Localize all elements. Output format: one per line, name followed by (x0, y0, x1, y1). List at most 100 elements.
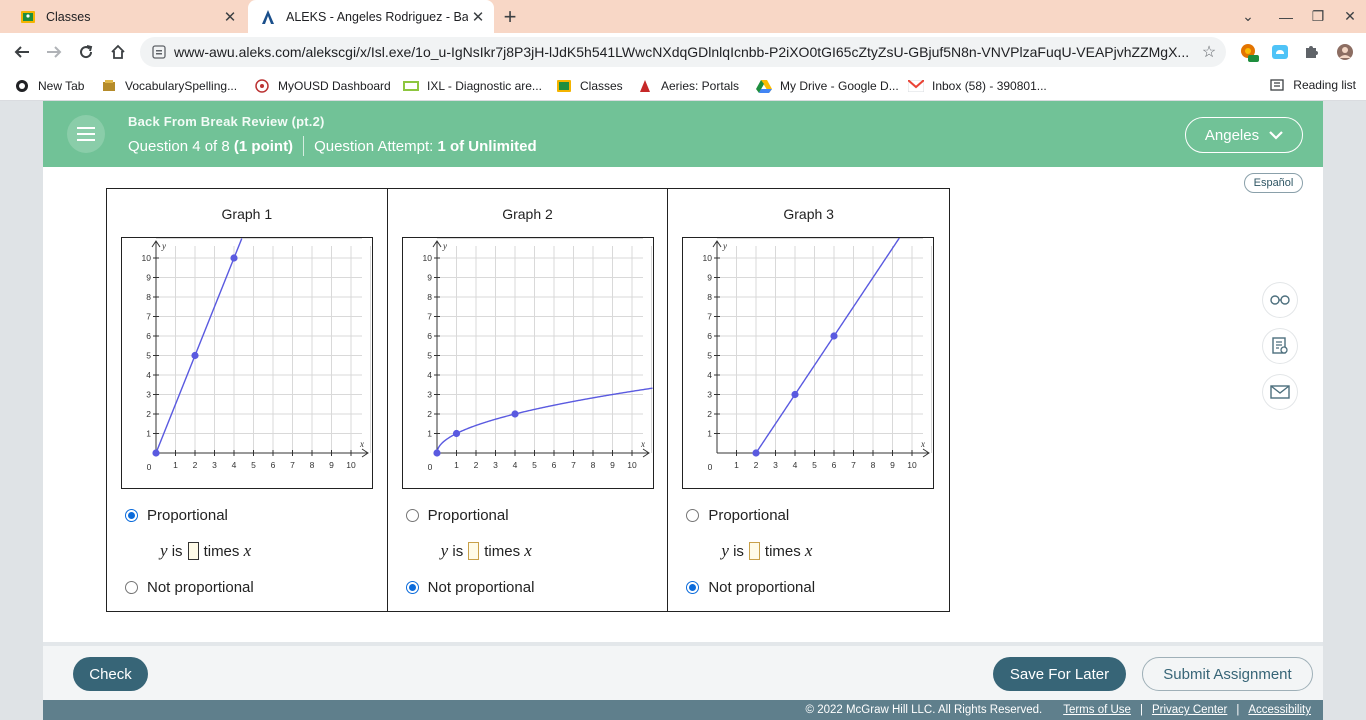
x-tick-label: 1 (454, 460, 459, 470)
bookmark-label: Aeries: Portals (661, 79, 740, 93)
user-menu-button[interactable]: Angeles (1185, 117, 1303, 153)
tab-search-chevron-icon[interactable]: ⌄ (1232, 0, 1264, 33)
x-tick-label: 5 (251, 460, 256, 470)
aleks-app: Back From Break Review (pt.2) Question 4… (43, 101, 1323, 720)
graph-1-svg: 1 2 3 4 5 6 7 8 9 10 1 2 3 4 5 6 7 8 9 10 0 x y (142, 238, 371, 472)
answer-editor-button[interactable] (1263, 329, 1297, 363)
tab-aleks[interactable]: ALEKS - Angeles Rodriguez - Back ✕ (248, 0, 494, 33)
not-proportional-option[interactable]: Not proportional (125, 579, 254, 596)
y-tick-label: 9 (427, 273, 432, 283)
data-point (752, 449, 760, 457)
bookmark-vocabulary[interactable]: VocabularySpelling... (101, 77, 237, 95)
bookmark-label: My Drive - Google D... (780, 79, 899, 93)
word-times: times (764, 542, 801, 560)
x-tick-label: 6 (832, 460, 837, 470)
accessibility-link[interactable]: Accessibility (1248, 704, 1311, 716)
var-x: x (524, 541, 532, 560)
close-icon[interactable]: ✕ (220, 7, 240, 27)
x-tick-label: 10 (346, 460, 356, 470)
bookmark-google-drive[interactable]: My Drive - Google D... (756, 77, 899, 95)
bookmark-gmail[interactable]: Inbox (58) - 390801... (908, 77, 1047, 95)
save-for-later-button[interactable]: Save For Later (993, 657, 1126, 691)
google-drive-icon (756, 78, 772, 94)
bookmark-myousd[interactable]: MyOUSD Dashboard (254, 77, 391, 95)
not-proportional-option[interactable]: Not proportional (405, 579, 535, 596)
back-button[interactable] (9, 39, 35, 65)
close-window-button[interactable]: ✕ (1334, 0, 1366, 33)
x-tick-label: 7 (571, 460, 576, 470)
word-is: is (171, 542, 183, 560)
cloud-extension-icon[interactable] (1269, 41, 1291, 63)
y-tick-label: 9 (146, 273, 151, 283)
x-tick-label: 10 (627, 460, 637, 470)
graph-3-plot: 1 2 3 4 5 6 7 8 9 10 1 2 3 4 5 6 7 8 9 10 0 x y (682, 237, 935, 489)
origin-label: 0 (427, 462, 432, 472)
option-label: Proportional (427, 507, 509, 524)
bookmark-aeries[interactable]: Aeries: Portals (637, 77, 739, 95)
extension-icon[interactable] (1238, 41, 1260, 63)
proportional-option[interactable]: Proportional (125, 507, 228, 524)
proportional-radio[interactable] (125, 509, 138, 522)
constant-input[interactable] (468, 542, 480, 560)
x-tick-label: 6 (551, 460, 556, 470)
not-proportional-radio[interactable] (686, 581, 700, 594)
y-tick-label: 2 (146, 409, 151, 419)
tab-classes[interactable]: Classes ✕ (8, 0, 246, 33)
bookmark-new-tab[interactable]: New Tab (14, 77, 84, 95)
y-tick-label: 10 (422, 253, 432, 263)
bookmark-classes[interactable]: Classes (556, 77, 623, 95)
y-tick-label: 10 (142, 253, 152, 263)
word-is: is (733, 542, 744, 560)
y-tick-label: 7 (146, 312, 151, 322)
option-label: Not proportional (427, 579, 535, 596)
forward-button[interactable] (41, 39, 67, 65)
y-tick-label: 5 (146, 351, 151, 361)
x-tick-label: 10 (908, 460, 918, 470)
minimize-button[interactable]: — (1270, 0, 1302, 33)
submit-assignment-button[interactable]: Submit Assignment (1142, 657, 1313, 691)
y-tick-label: 10 (703, 253, 713, 263)
reload-icon (80, 45, 93, 59)
message-button[interactable] (1263, 375, 1297, 409)
proportional-radio[interactable] (686, 509, 700, 522)
address-bar[interactable]: www-awu.aleks.com/alekscgi/x/Isl.exe/1o_… (140, 37, 1226, 67)
not-proportional-radio[interactable] (405, 581, 419, 594)
question-number: Question 4 of 8 (128, 137, 230, 155)
data-point (191, 351, 199, 360)
reading-list-button[interactable]: Reading list (1269, 77, 1356, 93)
constant-input[interactable] (187, 542, 199, 560)
menu-button[interactable] (67, 115, 105, 153)
proportional-option[interactable]: Proportional (405, 507, 509, 524)
graph-title: Graph 3 (783, 206, 834, 222)
x-tick-label: 6 (271, 460, 276, 470)
home-button[interactable] (105, 39, 131, 65)
site-info-icon[interactable] (150, 43, 168, 61)
x-tick-label: 3 (773, 460, 778, 470)
profile-avatar[interactable] (1334, 41, 1356, 63)
var-y: y (160, 541, 168, 560)
y-tick-label: 8 (427, 292, 432, 302)
browser-tab-strip: Classes ✕ ALEKS - Angeles Rodriguez - Ba… (0, 0, 1366, 33)
not-proportional-radio[interactable] (125, 581, 138, 594)
graph-line (155, 238, 243, 454)
aeries-icon (637, 78, 653, 94)
proportional-radio[interactable] (405, 509, 419, 522)
reload-button[interactable] (73, 39, 99, 65)
close-icon[interactable]: ✕ (468, 7, 488, 27)
not-proportional-option[interactable]: Not proportional (686, 579, 815, 596)
constant-input[interactable] (748, 542, 760, 560)
terms-link[interactable]: Terms of Use (1063, 704, 1131, 716)
assignment-header: Back From Break Review (pt.2) Question 4… (43, 101, 1323, 167)
privacy-link[interactable]: Privacy Center (1152, 704, 1227, 716)
proportional-option[interactable]: Proportional (686, 507, 789, 524)
puzzle-extensions-icon[interactable] (1300, 41, 1322, 63)
x-tick-label: 8 (871, 460, 876, 470)
glasses-tool-button[interactable] (1263, 283, 1297, 317)
new-tab-button[interactable]: + (498, 4, 522, 29)
graph-title: Graph 1 (221, 206, 273, 222)
check-button[interactable]: Check (73, 657, 148, 691)
bookmark-ixl[interactable]: IXL - Diagnostic are... (403, 77, 542, 95)
restore-button[interactable]: ❐ (1302, 0, 1334, 33)
bookmark-star-icon[interactable]: ☆ (1196, 39, 1222, 65)
espanol-button[interactable]: Español (1244, 173, 1303, 193)
